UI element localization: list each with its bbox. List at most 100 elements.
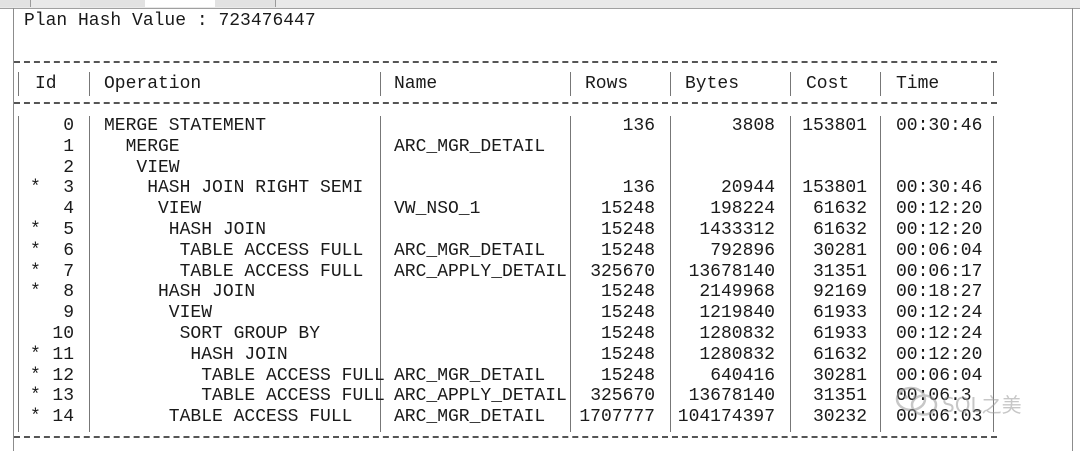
- cell-operation: TABLE ACCESS FULL: [104, 407, 353, 428]
- cell-rows: 15248: [600, 199, 655, 220]
- cell-cost: 30281: [812, 240, 867, 261]
- cell-id: 14: [52, 407, 74, 428]
- plan-hash-value: 723476447: [218, 11, 316, 31]
- column-separator-left: [18, 72, 19, 96]
- cell-bytes: 13678140: [688, 261, 775, 282]
- column-separator: [89, 72, 90, 96]
- cell-cost: 61933: [812, 324, 867, 344]
- cell-rows: 15248: [600, 324, 655, 344]
- plan-hash-label: Plan Hash Value: [24, 11, 187, 31]
- tab[interactable]: [0, 0, 31, 7]
- cell-rows: 136: [622, 178, 655, 199]
- cell-cost: 61632: [812, 199, 867, 220]
- watermark-text: SQL之美: [942, 393, 1022, 417]
- frame-border-left: [13, 8, 14, 451]
- cell-rows: 136: [622, 116, 655, 136]
- cell-id: 1: [63, 136, 74, 157]
- cell-name: ARC_MGR_DETAIL: [394, 407, 546, 428]
- cell-time: 00:12:20: [896, 344, 983, 365]
- col-header-id: Id: [35, 74, 57, 94]
- cell-cost: 31351: [812, 261, 867, 282]
- cell-rows: 15248: [600, 303, 655, 324]
- cell-operation: HASH JOIN: [104, 344, 288, 365]
- cell-time: 00:12:20: [896, 220, 983, 240]
- cell-id: 12: [52, 365, 74, 386]
- cell-rows: 15248: [600, 282, 655, 303]
- cell-id: 5: [63, 220, 74, 240]
- cell-operation: HASH JOIN RIGHT SEMI: [104, 178, 364, 199]
- col-header-time: Time: [896, 74, 940, 94]
- cell-time: 00:12:20: [896, 199, 983, 220]
- cell-time: 00:06:17: [896, 261, 983, 282]
- cell-operation: TABLE ACCESS FULL: [104, 386, 385, 407]
- column-separator: [380, 72, 381, 96]
- cell-operation: VIEW: [104, 303, 213, 324]
- column-separator: [880, 116, 881, 432]
- cell-cost: 153801: [802, 178, 867, 199]
- cell-id: 3: [63, 178, 74, 199]
- cell-rows: 15248: [600, 344, 655, 365]
- cell-operation: TABLE ACCESS FULL: [104, 240, 364, 261]
- cell-operation: MERGE: [104, 136, 180, 157]
- col-header-cost: Cost: [806, 74, 850, 94]
- cell-name: ARC_MGR_DETAIL: [394, 240, 546, 261]
- cell-id: 4: [63, 199, 74, 220]
- cell-cost: 30232: [812, 407, 867, 428]
- column-separator: [670, 72, 671, 96]
- cell-time: 00:30:46: [896, 116, 983, 136]
- cell-id: 0: [63, 116, 74, 136]
- cell-rows: 15248: [600, 240, 655, 261]
- cell-operation: HASH JOIN: [104, 220, 267, 240]
- cell-bytes: 13678140: [688, 386, 775, 407]
- tab-active[interactable]: [145, 0, 216, 7]
- cell-time: 00:06:04: [896, 240, 983, 261]
- cell-time: 00:06:04: [896, 365, 983, 386]
- column-separator: [880, 72, 881, 96]
- cell-bytes: 2149968: [699, 282, 775, 303]
- cell-id: 7: [63, 261, 74, 282]
- table-rule-header: [14, 102, 997, 104]
- cell-time: 00:12:24: [896, 324, 983, 344]
- cell-cost: 92169: [812, 282, 867, 303]
- col-header-bytes: Bytes: [685, 74, 740, 94]
- cell-bytes: 1280832: [699, 324, 775, 344]
- cell-operation: HASH JOIN: [104, 282, 256, 303]
- column-separator: [790, 72, 791, 96]
- watermark: SQL之美: [895, 385, 1050, 419]
- cell-rows: 325670: [590, 386, 655, 407]
- cell-cost: 61933: [812, 303, 867, 324]
- cell-bytes: 3808: [731, 116, 775, 136]
- column-separator: [570, 72, 571, 96]
- cell-bytes: 198224: [710, 199, 775, 220]
- cell-id: 13: [52, 386, 74, 407]
- column-separator: [89, 116, 90, 432]
- cell-id: 6: [63, 240, 74, 261]
- cell-id: 8: [63, 282, 74, 303]
- cell-cost: 153801: [802, 116, 867, 136]
- cell-rows: 1707777: [579, 407, 655, 428]
- column-separator: [670, 116, 671, 432]
- cell-name: ARC_APPLY_DETAIL: [394, 261, 567, 282]
- table-rule-top: [14, 61, 997, 63]
- col-header-name: Name: [394, 74, 438, 94]
- cell-operation: SORT GROUP BY: [104, 324, 321, 344]
- col-header-rows: Rows: [585, 74, 629, 94]
- cell-bytes: 20944: [720, 178, 775, 199]
- col-header-operation: Operation: [104, 74, 202, 94]
- cell-cost: 30281: [812, 365, 867, 386]
- tab[interactable]: [80, 0, 146, 7]
- plan-hash-separator: :: [186, 11, 219, 31]
- cell-operation: VIEW: [104, 199, 202, 220]
- column-separator: [570, 116, 571, 432]
- tab[interactable]: [215, 0, 276, 7]
- cell-time: 00:18:27: [896, 282, 983, 303]
- cell-rows: 325670: [590, 261, 655, 282]
- column-separator: [993, 72, 994, 96]
- table-rule-bottom: [14, 436, 997, 438]
- cell-name: VW_NSO_1: [394, 199, 481, 220]
- cell-name: ARC_MGR_DETAIL: [394, 136, 546, 157]
- cell-id: 11: [52, 344, 74, 365]
- cell-cost: 61632: [812, 220, 867, 240]
- cell-rows: 15248: [600, 365, 655, 386]
- cell-bytes: 104174397: [677, 407, 775, 428]
